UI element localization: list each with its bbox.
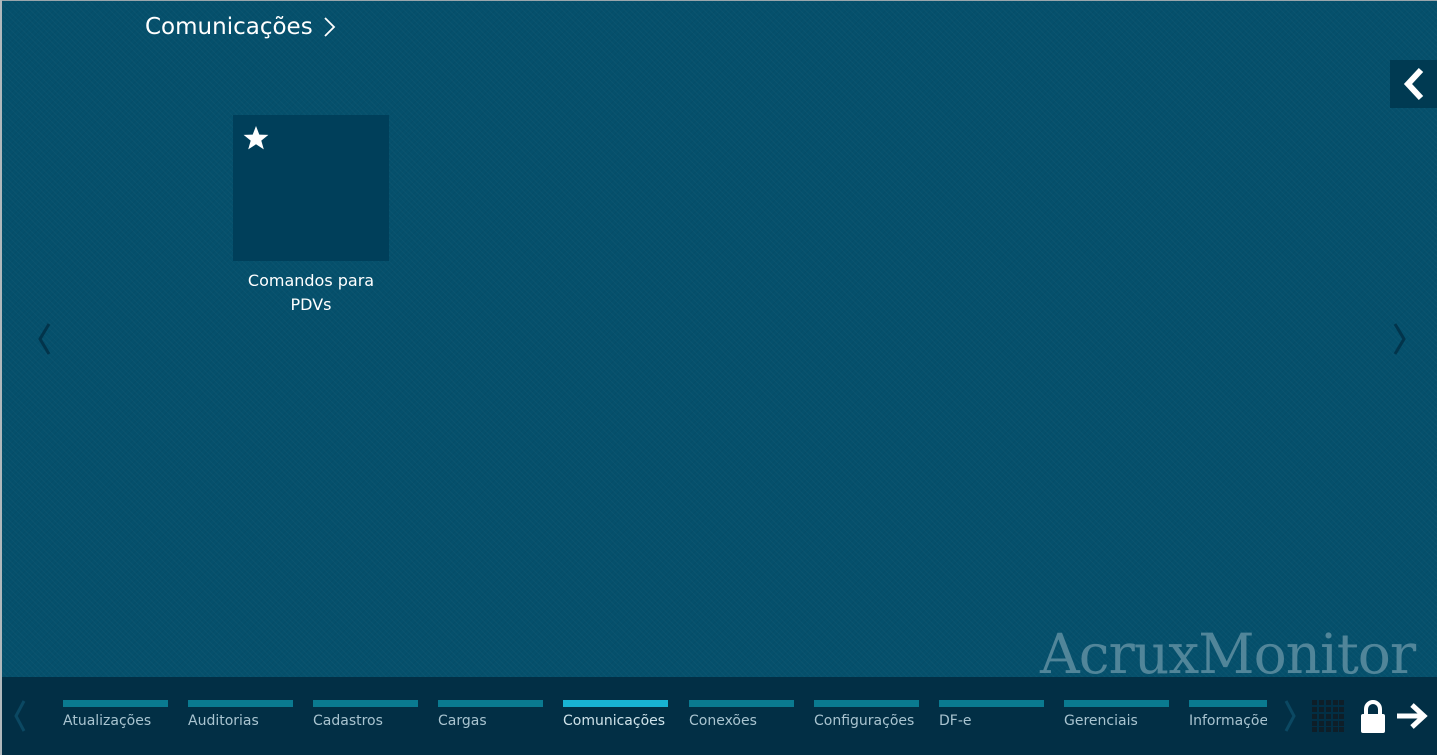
tab-label: Configurações — [814, 713, 915, 729]
tile-button[interactable] — [233, 115, 389, 261]
category-tabs: Atualizações Auditorias Cadastros Cargas… — [63, 700, 1267, 740]
tab-indicator — [1064, 700, 1169, 707]
tile-comandos-pdvs[interactable]: Comandos para PDVs — [233, 115, 389, 317]
tab-label: Comunicações — [563, 713, 666, 729]
tab-label: Atualizações — [63, 713, 152, 729]
tile-label: Comandos para PDVs — [247, 271, 375, 314]
tab-label: Cadastros — [313, 713, 383, 729]
tab-indicator — [563, 700, 668, 707]
tab-df-e[interactable]: DF-e — [939, 700, 1044, 740]
tab-cargas[interactable]: Cargas — [438, 700, 543, 740]
arrow-right-icon — [1397, 703, 1428, 729]
page-title-text: Comunicações — [145, 14, 313, 40]
chevron-left-icon — [38, 323, 51, 355]
chevron-right-icon — [1393, 323, 1406, 355]
tab-cadastros[interactable]: Cadastros — [313, 700, 418, 740]
tab-indicator — [1189, 700, 1267, 707]
collapse-panel-button[interactable] — [1390, 60, 1437, 108]
chevron-left-icon — [14, 700, 26, 732]
scroll-tabs-right-button[interactable] — [1278, 697, 1302, 735]
tab-comunicacoes[interactable]: Comunicações — [563, 700, 668, 740]
tab-label: Conexões — [689, 713, 757, 729]
tab-atualizacoes[interactable]: Atualizações — [63, 700, 168, 740]
tab-indicator — [939, 700, 1044, 707]
chevron-right-icon — [1284, 700, 1296, 732]
tab-configuracoes[interactable]: Configurações — [814, 700, 919, 740]
page-title[interactable]: Comunicações — [145, 14, 341, 40]
tab-indicator — [188, 700, 293, 707]
tab-label: Gerenciais — [1064, 713, 1138, 729]
tab-conexoes[interactable]: Conexões — [689, 700, 794, 740]
tab-indicator — [63, 700, 168, 707]
tab-auditorias[interactable]: Auditorias — [188, 700, 293, 740]
bottom-navigation-bar: Atualizações Auditorias Cadastros Cargas… — [2, 677, 1437, 755]
star-icon[interactable] — [243, 125, 269, 151]
tab-indicator — [814, 700, 919, 707]
apps-grid-button[interactable] — [1312, 700, 1344, 732]
lock-button[interactable] — [1358, 699, 1388, 735]
tab-informacoes[interactable]: Informações — [1189, 700, 1267, 740]
tab-indicator — [689, 700, 794, 707]
window-top-border — [0, 0, 1437, 1]
tab-label: DF-e — [939, 713, 972, 729]
scroll-tabs-left-button[interactable] — [8, 697, 32, 735]
tab-label: Cargas — [438, 713, 487, 729]
lock-icon — [1361, 700, 1385, 733]
grid-icon — [1312, 700, 1344, 732]
tab-indicator — [313, 700, 418, 707]
tab-label: Informações — [1189, 713, 1267, 729]
chevron-left-icon — [1403, 67, 1423, 101]
tab-indicator — [438, 700, 543, 707]
chevron-right-icon — [319, 14, 341, 40]
next-page-button[interactable] — [1386, 316, 1416, 362]
logout-button[interactable] — [1395, 701, 1429, 731]
window-left-border — [0, 0, 2, 755]
previous-page-button[interactable] — [30, 316, 60, 362]
tab-gerenciais[interactable]: Gerenciais — [1064, 700, 1169, 740]
tab-label: Auditorias — [188, 713, 259, 729]
